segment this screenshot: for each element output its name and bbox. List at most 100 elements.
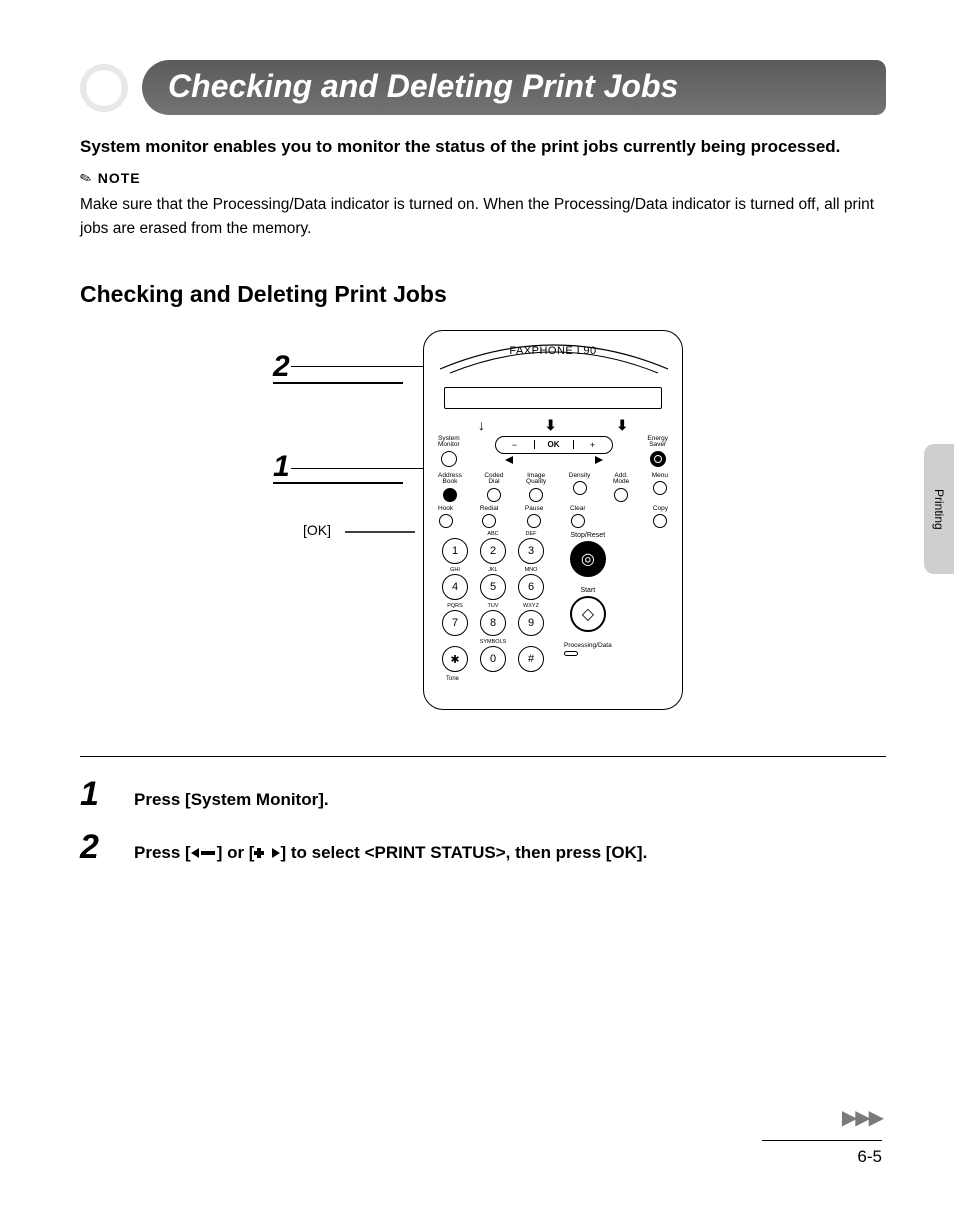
pause-button[interactable]: Pause [525,506,543,529]
key-4-label: 4 [452,581,458,593]
page-number: 6-5 [762,1147,882,1167]
step-1: 1 Press [System Monitor]. [80,775,886,814]
numeric-keypad: 1 ABC2 DEF3 GHI4 JKL5 MNO6 PQRS7 TUV8 WX… [442,538,546,674]
image-quality-button[interactable]: Image Quality [526,473,546,502]
hook-button[interactable]: Hook [438,506,453,529]
arrow-down-icon: ↓ [478,417,485,434]
stop-reset-label: Stop/Reset [570,532,606,539]
processing-data-label: Processing/Data [564,642,612,649]
nav-plus[interactable]: + [574,440,612,450]
step-2: 2 Press [ ] or [ ] to select <PRINT STATUS… [80,828,886,867]
device-illustration: 2 1 [OK] FAXPHONE L90 ↓ ⬇ [273,330,693,730]
key-6[interactable]: MNO6 [518,574,544,600]
key-0[interactable]: SYMBOLS0 [480,646,506,672]
system-monitor-label: System Monitor [438,436,460,449]
key-3-sup: DEF [526,531,537,537]
step-1-text: Press [System Monitor]. [134,790,329,810]
key-hash[interactable]: # [518,646,544,672]
key-8[interactable]: TUV8 [480,610,506,636]
key-2-label: 2 [490,545,496,557]
nav-minus[interactable]: − [496,440,534,450]
key-7-sup: PQRS [447,603,463,609]
step-2-post: ] to select <PRINT STATUS>, then press [… [280,843,647,862]
key-2[interactable]: ABC2 [480,538,506,564]
device-brand: FAXPHONE L90 [434,345,672,357]
nav-row: System Monitor − OK + Energy Saver [438,436,668,467]
menu-button[interactable]: Menu [652,473,668,496]
section-tab-label: Printing [932,489,946,530]
image-quality-label: Image Quality [526,473,546,486]
callout-1-num: 1 [273,450,290,483]
processing-led-icon [564,651,578,656]
callout-2-num: 2 [273,350,290,383]
key-4-sup: GHI [450,567,460,573]
key-4[interactable]: GHI4 [442,574,468,600]
step-2-text: Press [ ] or [ ] to select <PRINT STATUS>,… [134,843,647,863]
leader-line-1 [291,468,437,470]
title-bullet [80,64,128,112]
tone-label: Tone [446,676,546,682]
energy-saver-button[interactable]: Energy Saver [647,436,668,467]
section-tab: Printing [924,444,954,574]
key-3-label: 3 [528,545,534,557]
key-8-label: 8 [490,617,496,629]
step-2-number: 2 [80,828,110,867]
processing-data-indicator: Processing/Data [564,642,612,656]
address-book-label: Address Book [438,473,462,486]
nav-bar[interactable]: − OK + [495,436,613,454]
add-mode-label: Add. Mode [613,473,629,486]
redial-button[interactable]: Redial [480,506,498,529]
key-star[interactable]: ✱ [442,646,468,672]
key-1-label: 1 [452,545,458,557]
plus-right-icon [254,846,280,860]
key-6-sup: MNO [525,567,538,573]
note-label: NOTE [98,170,141,186]
stop-reset-button[interactable]: ◎ [570,541,606,577]
intro-text: System monitor enables you to monitor th… [80,133,886,162]
key-1[interactable]: 1 [442,538,468,564]
key-0-sup: SYMBOLS [480,639,507,645]
step-2-mid: ] or [ [217,843,255,862]
start-button[interactable]: ◇ [570,596,606,632]
copy-label: Copy [653,506,668,513]
key-7[interactable]: PQRS7 [442,610,468,636]
function-row-2: Hook Redial Pause Clear Copy [438,506,668,529]
hook-label: Hook [438,506,453,513]
key-9[interactable]: WXYZ9 [518,610,544,636]
title-row: Checking and Deleting Print Jobs [80,60,886,115]
left-minus-icon [191,846,217,860]
callout-1: 1 [273,450,403,484]
control-panel: FAXPHONE L90 ↓ ⬇ ⬇ System Monitor − OK [423,330,683,710]
function-row-1: Address Book Coded Dial Image Quality De… [438,473,668,502]
stop-icon: ◎ [581,549,595,569]
step-1-number: 1 [80,775,110,814]
system-monitor-button[interactable]: System Monitor [438,436,460,467]
key-6-label: 6 [528,581,534,593]
arrow-down-icon: ⬇ [616,417,628,434]
note-body: Make sure that the Processing/Data indic… [80,193,886,241]
menu-label: Menu [652,473,668,480]
key-2-sup: ABC [487,531,498,537]
coded-dial-button[interactable]: Coded Dial [484,473,503,502]
key-5-label: 5 [490,581,496,593]
start-label: Start [570,587,606,594]
step-2-pre: Press [ [134,843,191,862]
density-label: Density [569,473,591,480]
key-5-sup: JKL [488,567,497,573]
page-title: Checking and Deleting Print Jobs [142,60,886,115]
clear-button[interactable]: Clear [570,506,586,529]
key-9-label: 9 [528,617,534,629]
density-button[interactable]: Density [569,473,591,496]
key-5[interactable]: JKL5 [480,574,506,600]
key-hash-label: # [528,653,534,665]
add-mode-button[interactable]: Add. Mode [613,473,629,502]
note-header: ✎ NOTE [80,170,886,187]
section-heading: Checking and Deleting Print Jobs [80,281,886,308]
page-footer: ▶▶▶ 6-5 [762,1105,882,1167]
nav-ok[interactable]: OK [534,440,574,449]
coded-dial-label: Coded Dial [484,473,503,486]
address-book-button[interactable]: Address Book [438,473,462,502]
key-3[interactable]: DEF3 [518,538,544,564]
key-9-sup: WXYZ [523,603,539,609]
copy-button[interactable]: Copy [653,506,668,529]
